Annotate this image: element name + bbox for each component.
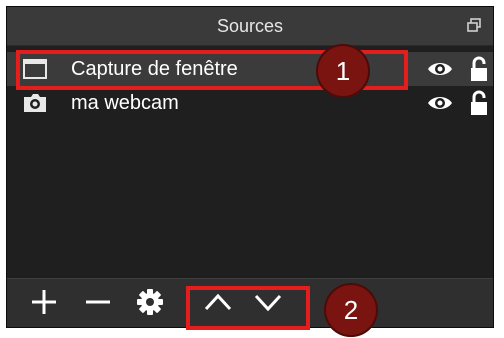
lock-icon[interactable] — [469, 56, 489, 82]
source-label: ma webcam — [71, 91, 179, 114]
highlight-box-2 — [186, 286, 310, 330]
step-badge-1: 1 — [316, 44, 370, 98]
eye-icon[interactable] — [427, 60, 453, 78]
lock-icon[interactable] — [469, 90, 489, 116]
float-window-icon[interactable] — [467, 18, 481, 32]
source-row-webcam[interactable]: ma webcam — [7, 86, 493, 120]
step-badge-2: 2 — [324, 283, 378, 337]
dock-title: Sources — [216, 15, 284, 36]
eye-icon[interactable] — [427, 94, 453, 112]
gear-icon[interactable] — [135, 287, 165, 317]
dock-titlebar[interactable]: Sources — [7, 7, 493, 46]
remove-icon[interactable] — [83, 287, 113, 317]
add-icon[interactable] — [29, 287, 59, 317]
camera-icon — [24, 94, 46, 112]
